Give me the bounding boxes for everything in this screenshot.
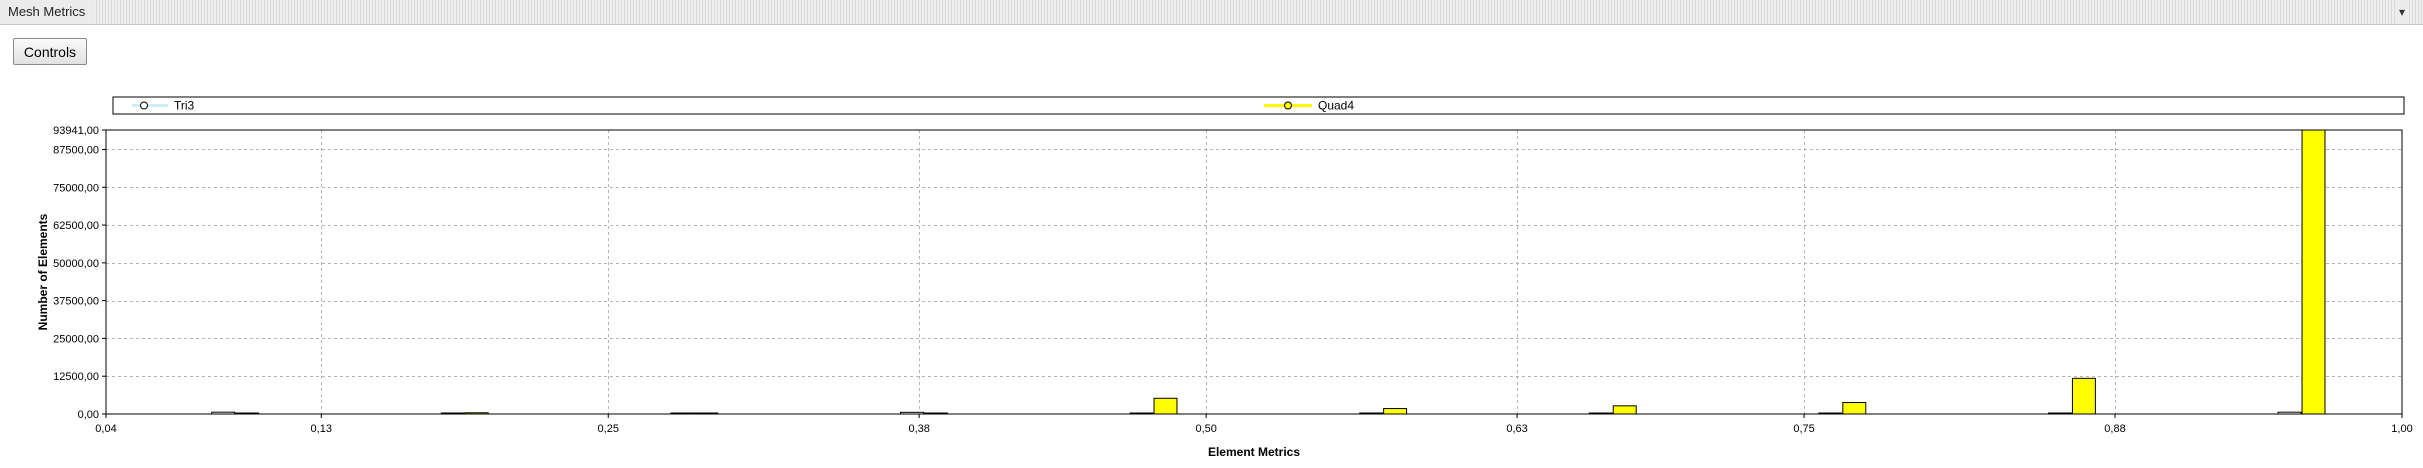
controls-button[interactable]: Controls (13, 38, 87, 65)
bar-tri3 (211, 411, 236, 415)
y-axis-title: Number of Elements (36, 213, 50, 330)
bar-tri3 (2048, 412, 2072, 415)
bar-quad4 (923, 412, 948, 415)
y-tick-label: 37500,00 (53, 296, 99, 308)
legend-tri3-label: Tri3 (174, 99, 195, 113)
bar-tri3 (2277, 411, 2302, 415)
y-tick-label: 25000,00 (53, 333, 99, 345)
bar-quad4 (2071, 377, 2096, 415)
x-tick-label: 0,75 (1793, 423, 1814, 435)
bar-tri3 (900, 411, 924, 415)
y-tick-label: 75000,00 (53, 182, 99, 194)
legend-tri3-marker (140, 101, 148, 110)
plot-frame (105, 129, 2403, 415)
legend-item-quad4: Quad4 (1264, 99, 1354, 113)
y-tick-label: 62500,00 (53, 220, 99, 232)
bar-quad4 (2301, 129, 2326, 415)
y-tick-label: 12500,00 (53, 371, 99, 383)
plot-area: 0,04 0,13 0,25 0,38 0,50 0,63 0,75 0,88 1,00 0,00… (36, 125, 2413, 459)
mesh-metrics-chart: Tri3 Quad4 0,04 0,13 0,25 0,38 0,50 0,63 0,75 0… (36, 96, 2413, 459)
plot-background (106, 130, 2402, 414)
bar-quad4 (1153, 397, 1178, 415)
bar-quad4 (1612, 405, 1637, 415)
x-tick-label: 0,25 (598, 423, 619, 435)
bar-tri3 (440, 412, 465, 415)
legend-quad4-label: Quad4 (1318, 99, 1354, 113)
x-tick-label: 0,50 (1195, 423, 1216, 435)
bar-quad4 (1842, 402, 1867, 415)
bar-tri3 (1588, 412, 1613, 415)
bar-tri3 (1129, 412, 1154, 415)
bar-tri3 (1818, 412, 1843, 415)
y-tick-label: 0,00 (78, 409, 99, 421)
panel-title-bar: Mesh Metrics ▾ (0, 0, 2423, 25)
bar-quad4 (694, 412, 719, 415)
bar-quad4 (464, 412, 489, 415)
bar-quad4 (235, 412, 260, 415)
x-tick-label: 0,88 (2104, 423, 2125, 435)
chevron-down-icon[interactable]: ▾ (2394, 0, 2409, 24)
legend: Tri3 Quad4 (112, 96, 2405, 115)
legend-item-tri3: Tri3 (132, 99, 195, 113)
bar-quad4 (1383, 408, 1408, 415)
y-tick-label: 50000,00 (53, 258, 99, 270)
legend-quad4-marker (1284, 101, 1292, 110)
x-tick-label: 0,63 (1506, 423, 1527, 435)
x-tick-label: 0,04 (95, 423, 116, 435)
bar-tri3 (670, 412, 695, 415)
y-tick-label: 87500,00 (53, 144, 99, 156)
x-tick-label: 0,13 (311, 423, 332, 435)
x-axis-title: Element Metrics (1208, 445, 1300, 459)
panel-title: Mesh Metrics (0, 0, 96, 24)
x-tick-label: 1,00 (2391, 423, 2412, 435)
x-tick-label: 0,38 (908, 423, 929, 435)
legend-box (112, 96, 2405, 115)
bar-tri3 (1359, 412, 1384, 415)
y-tick-label: 93941,00 (53, 125, 99, 137)
